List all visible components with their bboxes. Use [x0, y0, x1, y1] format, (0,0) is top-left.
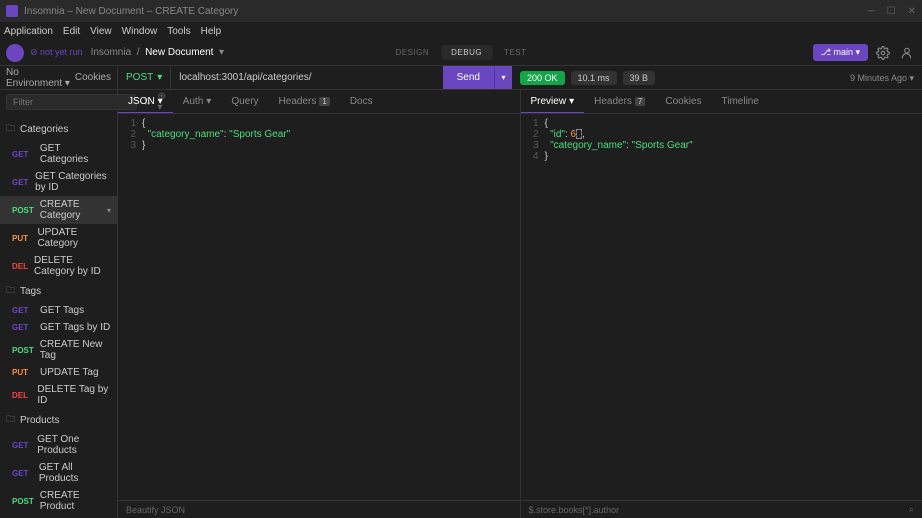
folder-icon: 🗀: [6, 121, 16, 137]
tab-query[interactable]: Query: [221, 90, 268, 113]
titlebar: Insomnia – New Document – CREATE Categor…: [0, 0, 922, 22]
request-item[interactable]: DEL DELETE Category by ID: [0, 252, 117, 280]
request-label: CREATE Product: [40, 490, 111, 512]
request-item[interactable]: PUT UPDATE Tag: [0, 364, 117, 381]
app-logo: [6, 5, 18, 17]
request-label: GET All Products: [39, 462, 111, 484]
request-label: DELETE Category by ID: [34, 255, 111, 277]
request-item[interactable]: GET GET Categories by ID: [0, 168, 117, 196]
method-badge: PUT: [12, 368, 34, 377]
response-body-viewer[interactable]: 1234 { "id": 6, "category_name": "Sports…: [521, 114, 922, 500]
tab-design[interactable]: DESIGN: [385, 45, 439, 60]
request-item[interactable]: POST CREATE Product: [0, 487, 117, 515]
environment-selector[interactable]: No Environment ▾: [6, 67, 75, 89]
close-icon[interactable]: ✕: [908, 6, 916, 17]
request-label: GET Tags: [40, 305, 84, 316]
method-badge: GET: [12, 178, 29, 187]
maximize-icon[interactable]: ☐: [887, 6, 896, 17]
sidebar: No Environment ▾ Cookies ⇅ ⊕ ▾ 🗀Categori…: [0, 66, 118, 518]
response-pane: Preview ▾ Headers 7 Cookies Timeline 123…: [521, 90, 922, 518]
url-input[interactable]: [171, 66, 442, 89]
tab-preview[interactable]: Preview ▾: [521, 90, 585, 113]
tab-test[interactable]: TEST: [494, 45, 536, 60]
request-label: GET Categories by ID: [35, 171, 111, 193]
send-button[interactable]: Send: [443, 66, 494, 89]
method-badge: DEL: [12, 262, 28, 271]
history-selector[interactable]: 9 Minutes Ago ▾: [850, 73, 914, 84]
tab-debug[interactable]: DEBUG: [441, 45, 492, 60]
menu-application[interactable]: Application: [4, 26, 53, 37]
sync-status[interactable]: ⊘ not yet run: [30, 47, 83, 58]
breadcrumb: Insomnia / New Document ▾: [91, 47, 224, 58]
request-item[interactable]: GET GET Categories: [0, 140, 117, 168]
method-badge: POST: [12, 497, 34, 506]
beautify-link[interactable]: Beautify JSON: [126, 505, 185, 515]
request-item[interactable]: POST CREATE Category: [0, 196, 117, 224]
request-body-editor[interactable]: 123 { "category_name": "Sports Gear"}: [118, 114, 520, 500]
minimize-icon[interactable]: ─: [868, 6, 875, 17]
folder-categories[interactable]: 🗀Categories: [0, 118, 117, 140]
mode-tabs: DESIGN DEBUG TEST: [385, 45, 536, 60]
request-item[interactable]: GET GET One Products: [0, 431, 117, 459]
gear-icon[interactable]: [874, 44, 892, 62]
tab-json[interactable]: JSON ▾: [118, 90, 173, 113]
method-badge: DEL: [12, 391, 31, 400]
request-tree: 🗀Categories GET GET Categories GET GET Categ…: [0, 114, 117, 518]
request-label: CREATE Category: [40, 199, 111, 221]
method-badge: POST: [12, 206, 34, 215]
method-selector[interactable]: POST ▾: [118, 66, 171, 89]
request-label: CREATE New Tag: [40, 339, 111, 361]
time-badge: 10.1 ms: [571, 71, 617, 85]
request-label: UPDATE Category: [37, 227, 111, 249]
menu-view[interactable]: View: [90, 26, 112, 37]
method-badge: GET: [12, 150, 34, 159]
request-label: UPDATE Tag: [40, 367, 99, 378]
folder-icon: 🗀: [6, 283, 16, 299]
search-icon[interactable]: ⌕: [909, 504, 914, 515]
request-item[interactable]: DEL DELETE Tag by ID: [0, 381, 117, 409]
request-label: GET Tags by ID: [40, 322, 110, 333]
folder-icon: 🗀: [6, 412, 16, 428]
method-badge: POST: [12, 346, 34, 355]
method-badge: PUT: [12, 234, 31, 243]
tab-cookies[interactable]: Cookies: [655, 90, 711, 113]
request-item[interactable]: GET GET Tags: [0, 302, 117, 319]
menu-edit[interactable]: Edit: [63, 26, 80, 37]
folder-tags[interactable]: 🗀Tags: [0, 280, 117, 302]
menu-tools[interactable]: Tools: [167, 26, 190, 37]
jsonpath-hint: $.store.books[*].author: [529, 505, 620, 515]
window-title: Insomnia – New Document – CREATE Categor…: [24, 6, 868, 17]
menu-help[interactable]: Help: [201, 26, 222, 37]
user-icon[interactable]: [898, 44, 916, 62]
menubar: Application Edit View Window Tools Help: [0, 22, 922, 40]
topbar: ⊘ not yet run Insomnia / New Document ▾ …: [0, 40, 922, 66]
request-item[interactable]: GET GET Tags by ID: [0, 319, 117, 336]
tab-headers-resp[interactable]: Headers 7: [584, 90, 655, 113]
method-badge: GET: [12, 306, 34, 315]
request-item[interactable]: POST CREATE New Tag: [0, 336, 117, 364]
cookies-link[interactable]: Cookies: [75, 72, 111, 83]
tab-headers-req[interactable]: Headers 1: [269, 90, 340, 113]
breadcrumb-root[interactable]: Insomnia: [91, 47, 132, 58]
folder-products[interactable]: 🗀Products: [0, 409, 117, 431]
request-item[interactable]: GET GET All Products: [0, 459, 117, 487]
status-badge: 200 OK: [520, 71, 565, 85]
workspace-icon[interactable]: [6, 44, 24, 62]
method-badge: GET: [12, 323, 34, 332]
request-item[interactable]: PUT UPDATE Category: [0, 224, 117, 252]
size-badge: 39 B: [623, 71, 656, 85]
menu-window[interactable]: Window: [122, 26, 158, 37]
request-label: GET One Products: [37, 434, 111, 456]
send-dropdown[interactable]: ▾: [494, 66, 512, 89]
method-badge: GET: [12, 441, 31, 450]
breadcrumb-document[interactable]: New Document: [145, 47, 213, 58]
tab-timeline[interactable]: Timeline: [712, 90, 769, 113]
request-pane: JSON ▾ Auth ▾ Query Headers 1 Docs 123 {…: [118, 90, 521, 518]
tab-auth[interactable]: Auth ▾: [173, 90, 222, 113]
request-label: GET Categories: [40, 143, 111, 165]
tab-docs[interactable]: Docs: [340, 90, 383, 113]
branch-button[interactable]: ⎇ main ▾: [813, 44, 868, 61]
method-badge: GET: [12, 469, 33, 478]
request-label: DELETE Tag by ID: [37, 384, 111, 406]
